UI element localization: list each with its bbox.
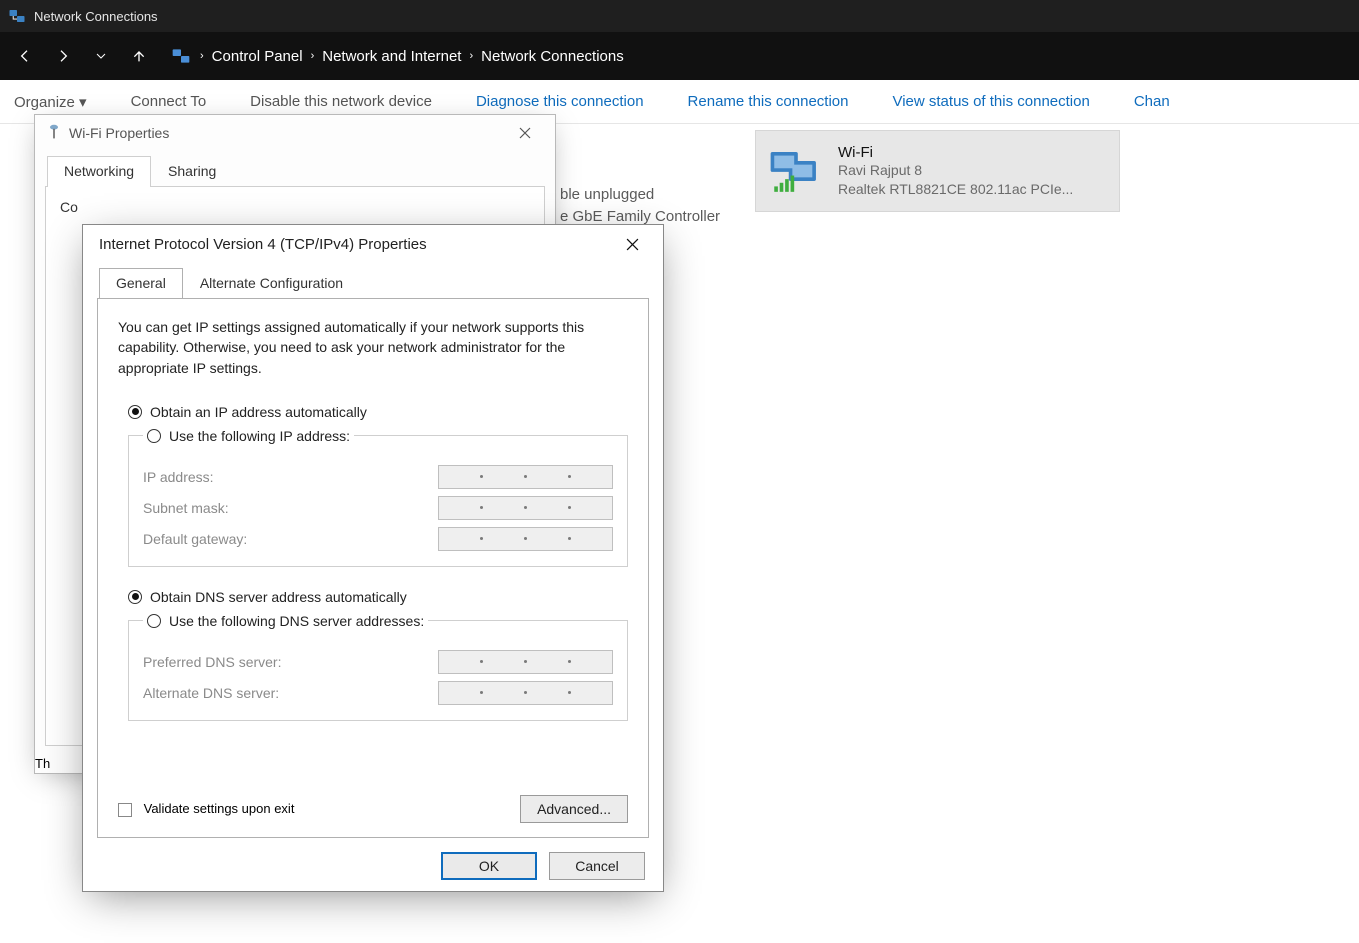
input-default-gateway[interactable]: [438, 527, 613, 551]
cmd-change-truncated[interactable]: Chan: [1134, 93, 1170, 110]
adapter-tile-wifi[interactable]: Wi-Fi Ravi Rajput 8 Realtek RTL8821CE 80…: [755, 130, 1120, 212]
ipv4-dialog-body: You can get IP settings assigned automat…: [97, 298, 649, 838]
cmd-connect-to[interactable]: Connect To: [131, 93, 207, 110]
radio-label: Use the following IP address:: [169, 428, 350, 444]
window-titlebar: Network Connections: [0, 0, 1359, 32]
cmd-organize[interactable]: Organize ▾: [14, 93, 87, 111]
adapter-name: Wi-Fi: [838, 144, 1073, 161]
wifi-dialog-title: Wi-Fi Properties: [69, 125, 169, 141]
cmd-diagnose[interactable]: Diagnose this connection: [476, 93, 644, 110]
breadcrumb-root[interactable]: Control Panel: [212, 48, 303, 65]
radio-label: Obtain DNS server address automatically: [150, 589, 407, 605]
behind-text-unplugged: ble unplugged: [560, 186, 654, 203]
ipv4-tabs: General Alternate Configuration: [83, 267, 663, 298]
checkbox-icon: [118, 803, 132, 817]
validate-label: Validate settings upon exit: [144, 801, 295, 816]
cancel-button[interactable]: Cancel: [549, 852, 645, 880]
group-static-dns: Use the following DNS server addresses: …: [128, 613, 628, 721]
close-button[interactable]: [505, 119, 545, 147]
label-subnet-mask: Subnet mask:: [143, 500, 229, 516]
tab-networking[interactable]: Networking: [47, 156, 151, 187]
main-area: ble unplugged e GbE Family Controller Wi…: [0, 124, 1359, 943]
cmd-disable-device[interactable]: Disable this network device: [250, 93, 432, 110]
close-button[interactable]: [611, 230, 653, 258]
up-button[interactable]: [124, 41, 154, 71]
radio-icon: [128, 590, 142, 604]
wifi-dialog-titlebar[interactable]: Wi-Fi Properties: [35, 115, 555, 151]
radio-use-following-ip[interactable]: Use the following IP address:: [143, 428, 354, 444]
radio-label: Obtain an IP address automatically: [150, 404, 367, 420]
label-default-gateway: Default gateway:: [143, 531, 247, 547]
label-alternate-dns: Alternate DNS server:: [143, 685, 279, 701]
radio-icon: [147, 429, 161, 443]
breadcrumb-mid[interactable]: Network and Internet: [322, 48, 461, 65]
ok-button[interactable]: OK: [441, 852, 537, 880]
breadcrumb-leaf[interactable]: Network Connections: [481, 48, 624, 65]
dialog-ipv4-properties[interactable]: Internet Protocol Version 4 (TCP/IPv4) P…: [82, 224, 664, 892]
label-preferred-dns: Preferred DNS server:: [143, 654, 281, 670]
address-bar: › Control Panel › Network and Internet ›…: [0, 32, 1359, 80]
back-button[interactable]: [10, 41, 40, 71]
ipv4-dialog-titlebar[interactable]: Internet Protocol Version 4 (TCP/IPv4) P…: [83, 225, 663, 263]
input-ip-address[interactable]: [438, 465, 613, 489]
wifi-adapter-icon: [766, 141, 826, 201]
radio-obtain-dns-auto[interactable]: Obtain DNS server address automatically: [128, 589, 628, 605]
radio-icon: [128, 405, 142, 419]
group-static-ip: Use the following IP address: IP address…: [128, 428, 628, 567]
chevron-right-icon: ›: [311, 50, 315, 62]
control-panel-icon: [170, 45, 192, 67]
network-adapter-icon: [47, 124, 61, 143]
adapter-device: Realtek RTL8821CE 802.11ac PCIe...: [838, 180, 1073, 199]
history-dropdown-button[interactable]: [86, 41, 116, 71]
breadcrumb: › Control Panel › Network and Internet ›…: [162, 45, 624, 67]
forward-button[interactable]: [48, 41, 78, 71]
input-subnet-mask[interactable]: [438, 496, 613, 520]
tab-sharing[interactable]: Sharing: [151, 156, 233, 187]
checkbox-validate-on-exit[interactable]: Validate settings upon exit: [118, 801, 294, 817]
label-ip-address: IP address:: [143, 469, 214, 485]
ipv4-description: You can get IP settings assigned automat…: [118, 317, 628, 378]
radio-icon: [147, 614, 161, 628]
window-title: Network Connections: [34, 9, 158, 24]
chevron-right-icon: ›: [469, 50, 473, 62]
input-preferred-dns[interactable]: [438, 650, 613, 674]
behind-text-controller: e GbE Family Controller: [560, 208, 720, 225]
connect-using-label: Co: [60, 199, 530, 215]
cmd-view-status[interactable]: View status of this connection: [892, 93, 1089, 110]
ipv4-dialog-title: Internet Protocol Version 4 (TCP/IPv4) P…: [99, 236, 427, 253]
radio-obtain-ip-auto[interactable]: Obtain an IP address automatically: [128, 404, 628, 420]
radio-use-following-dns[interactable]: Use the following DNS server addresses:: [143, 613, 428, 629]
chevron-right-icon: ›: [200, 50, 204, 62]
radio-label: Use the following DNS server addresses:: [169, 613, 424, 629]
tab-alternate-configuration[interactable]: Alternate Configuration: [183, 268, 360, 299]
input-alternate-dns[interactable]: [438, 681, 613, 705]
network-connections-icon: [8, 7, 26, 25]
wifi-tabs: Networking Sharing: [35, 155, 555, 186]
adapter-ssid: Ravi Rajput 8: [838, 161, 1073, 180]
tab-general[interactable]: General: [99, 268, 183, 299]
advanced-button[interactable]: Advanced...: [520, 795, 628, 823]
cmd-rename[interactable]: Rename this connection: [688, 93, 849, 110]
adapter-text: Wi-Fi Ravi Rajput 8 Realtek RTL8821CE 80…: [838, 144, 1073, 199]
